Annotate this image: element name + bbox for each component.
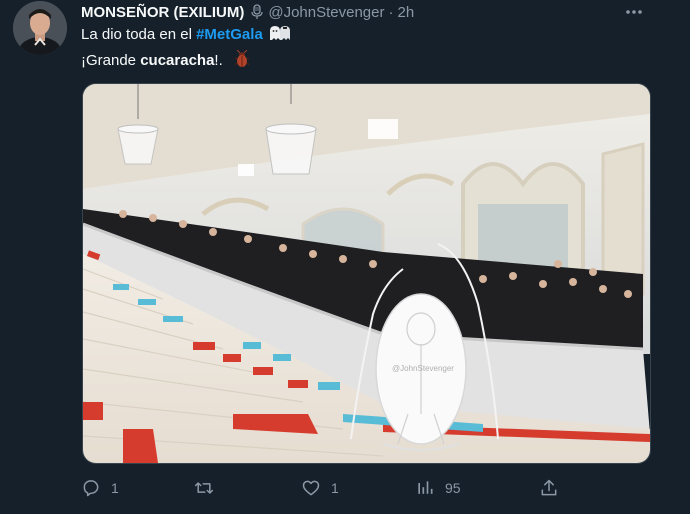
share-button[interactable] xyxy=(539,476,559,500)
share-icon xyxy=(541,479,557,496)
author-handle[interactable]: @JohnStevenger xyxy=(268,4,384,21)
views-count: 95 xyxy=(445,480,461,496)
more-icon xyxy=(626,10,642,14)
microphone-icon xyxy=(250,4,264,20)
tweet-actions: 1 1 95 xyxy=(81,476,561,500)
heart-icon xyxy=(302,480,320,496)
avatar[interactable] xyxy=(13,1,67,55)
line2-bold: cucaracha xyxy=(140,52,215,69)
reply-icon xyxy=(83,480,99,497)
cockroach-icon xyxy=(234,49,250,67)
like-count: 1 xyxy=(331,480,339,496)
reply-count: 1 xyxy=(111,480,119,496)
retweet-button[interactable] xyxy=(193,476,225,500)
views-button[interactable]: 95 xyxy=(415,476,461,500)
line2-prefix: ¡Grande xyxy=(81,52,141,69)
tweet-text-line2: ¡Grande cucaracha!. xyxy=(81,49,250,71)
line1-text: La dio toda en el xyxy=(81,26,197,43)
views-icon xyxy=(418,481,433,494)
like-button[interactable]: 1 xyxy=(301,476,339,500)
retweet-icon xyxy=(194,482,214,494)
ghost-couple-icon xyxy=(269,26,290,40)
timestamp[interactable]: 2h xyxy=(397,4,414,21)
line2-suffix: !. xyxy=(214,52,223,69)
author-name[interactable]: MONSEÑOR (EXILIUM) xyxy=(81,4,244,21)
separator-dot: · xyxy=(388,3,394,21)
tweet-header: MONSEÑOR (EXILIUM) @JohnStevenger · 2h xyxy=(81,2,414,22)
tweet-image[interactable]: @JohnStevenger xyxy=(82,83,651,464)
tweet-text-line1: La dio toda en el #MetGala xyxy=(81,25,291,45)
image-watermark: @JohnStevenger xyxy=(392,364,454,373)
more-button[interactable] xyxy=(622,2,646,22)
hashtag-link[interactable]: #MetGala xyxy=(196,26,263,43)
reply-button[interactable]: 1 xyxy=(81,476,119,500)
